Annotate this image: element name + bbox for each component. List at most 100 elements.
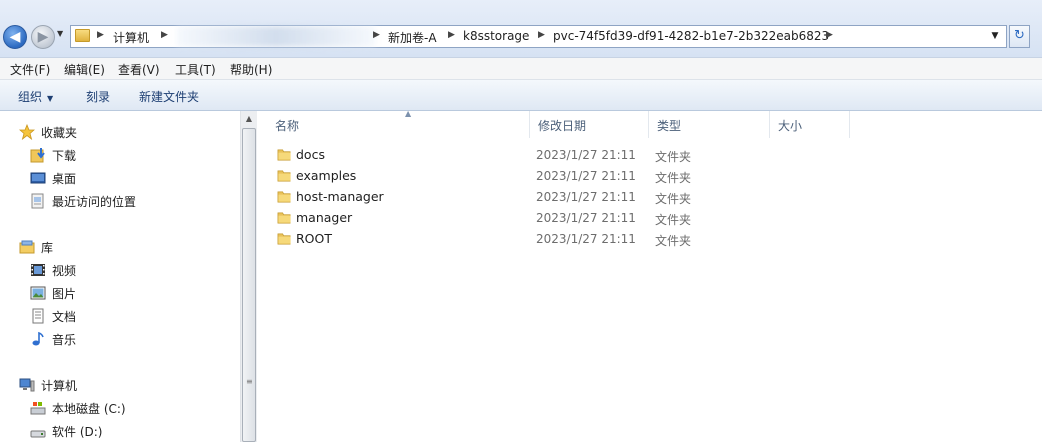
file-modified: 2023/1/27 21:11	[536, 148, 636, 162]
library-icon	[19, 240, 35, 254]
nav-item-drive-d[interactable]: 软件 (D:)	[0, 421, 200, 441]
file-name: ROOT	[296, 231, 332, 246]
recent-pages-icon[interactable]: ▼	[57, 29, 63, 38]
documents-icon	[32, 308, 44, 324]
folder-icon	[277, 170, 291, 182]
recent-places-icon	[31, 193, 44, 209]
nav-computer[interactable]: 计算机	[0, 375, 200, 395]
nav-item-videos[interactable]: 视频	[0, 260, 200, 280]
command-bar: 组织 ▼ 刻录 新建文件夹	[0, 80, 1042, 111]
organize-button[interactable]: 组织 ▼	[18, 88, 53, 105]
nav-item-drive-c[interactable]: 本地磁盘 (C:)	[0, 398, 200, 418]
nav-item-desktop[interactable]: 桌面	[0, 168, 200, 188]
folder-icon	[277, 149, 291, 161]
file-modified: 2023/1/27 21:11	[536, 232, 636, 246]
folder-icon	[277, 212, 291, 224]
chevron-right-icon[interactable]: ▶	[97, 30, 104, 40]
file-modified: 2023/1/27 21:11	[536, 190, 636, 204]
menu-view[interactable]: 查看(V)	[118, 61, 160, 78]
menu-file[interactable]: 文件(F)	[10, 61, 50, 78]
star-icon	[19, 124, 35, 140]
drive-icon	[30, 430, 46, 438]
nav-item-documents[interactable]: 文档	[0, 306, 200, 326]
column-header-type[interactable]: 类型	[649, 111, 770, 138]
menu-help[interactable]: 帮助(H)	[230, 61, 272, 78]
column-header-type-label: 类型	[657, 119, 682, 133]
menu-bar: 文件(F) 编辑(E) 查看(V) 工具(T) 帮助(H)	[0, 58, 1042, 80]
nav-item-label: 最近访问的位置	[52, 195, 137, 209]
system-drive-icon	[30, 402, 46, 415]
video-icon	[31, 264, 45, 276]
nav-item-label: 文档	[52, 310, 77, 324]
breadcrumb-computer[interactable]: 计算机	[113, 29, 149, 46]
refresh-icon[interactable]: ↻	[1009, 25, 1030, 48]
nav-item-label: 视频	[52, 264, 77, 278]
chevron-right-icon[interactable]: ▶	[826, 30, 833, 40]
file-type: 文件夹	[655, 234, 692, 248]
file-type: 文件夹	[655, 150, 692, 164]
grip-icon: ≡	[246, 377, 253, 386]
organize-label: 组织	[18, 90, 43, 104]
column-header-modified-label: 修改日期	[538, 119, 587, 133]
burn-button[interactable]: 刻录	[86, 88, 110, 105]
breadcrumb-pvc[interactable]: pvc-74f5fd39-df91-4282-b1e7-2b322eab6823	[553, 29, 829, 43]
back-arrow-icon[interactable]: ◀	[3, 25, 27, 49]
breadcrumb-volume[interactable]: 新加卷-A	[388, 29, 437, 46]
address-dropdown-icon[interactable]: ▼	[985, 27, 1005, 46]
nav-libraries[interactable]: 库	[0, 237, 200, 257]
column-header-modified[interactable]: 修改日期	[530, 111, 649, 138]
file-name: host-manager	[296, 189, 384, 204]
address-bar-row: ◀ ▶ ▼ ▶ 计算机 ▶ ▶ 新加卷-A ▶ k8sstorage ▶ pvc…	[0, 0, 1042, 58]
navigation-pane: 收藏夹 下载 桌面 最近访问的位置 库 视频 图片 文档 音乐 计算机 本地磁盘…	[0, 111, 240, 442]
nav-item-pictures[interactable]: 图片	[0, 283, 200, 303]
nav-computer-label: 计算机	[41, 379, 78, 393]
address-bar[interactable]: ▶ 计算机 ▶ ▶ 新加卷-A ▶ k8sstorage ▶ pvc-74f5f…	[70, 25, 1007, 48]
chevron-right-icon[interactable]: ▶	[161, 30, 168, 40]
column-header-size[interactable]: 大小	[770, 111, 850, 138]
nav-item-recent-places[interactable]: 最近访问的位置	[0, 191, 200, 211]
file-list-pane: ▲ 名称 修改日期 类型 大小 docs 2023/1/27 21:11 文件夹 ex…	[257, 109, 1042, 442]
computer-icon	[19, 378, 35, 392]
new-folder-button[interactable]: 新建文件夹	[139, 88, 199, 105]
file-row[interactable]: manager 2023/1/27 21:11 文件夹	[271, 208, 1031, 229]
scrollbar-thumb[interactable]: ≡	[242, 128, 256, 442]
menu-edit[interactable]: 编辑(E)	[64, 61, 105, 78]
file-row[interactable]: ROOT 2023/1/27 21:11 文件夹	[271, 229, 1031, 250]
nav-item-label: 下载	[52, 149, 77, 163]
breadcrumb-k8sstorage[interactable]: k8sstorage	[463, 29, 529, 43]
nav-favorites[interactable]: 收藏夹	[0, 122, 200, 142]
column-header-name-label: 名称	[275, 119, 300, 133]
folder-icon	[75, 29, 90, 42]
scroll-up-icon[interactable]: ▲	[241, 111, 257, 127]
file-name: examples	[296, 168, 357, 183]
file-row[interactable]: examples 2023/1/27 21:11 文件夹	[271, 166, 1031, 187]
navigation-scrollbar[interactable]: ▲ ≡	[240, 111, 257, 442]
column-header-name[interactable]: ▲ 名称	[267, 109, 530, 138]
chevron-right-icon[interactable]: ▶	[448, 30, 455, 40]
music-icon	[32, 331, 44, 346]
nav-item-label: 软件 (D:)	[52, 425, 103, 439]
nav-item-label: 图片	[52, 287, 77, 301]
menu-tools[interactable]: 工具(T)	[175, 61, 216, 78]
file-modified: 2023/1/27 21:11	[536, 211, 636, 225]
breadcrumb-redacted	[176, 26, 376, 47]
pictures-icon	[30, 286, 46, 300]
file-name: docs	[296, 147, 325, 162]
file-type: 文件夹	[655, 171, 692, 185]
downloads-icon	[30, 148, 45, 163]
chevron-right-icon[interactable]: ▶	[538, 30, 545, 40]
file-row[interactable]: host-manager 2023/1/27 21:11 文件夹	[271, 187, 1031, 208]
chevron-right-icon[interactable]: ▶	[373, 30, 380, 40]
nav-item-label: 本地磁盘 (C:)	[52, 402, 126, 416]
chevron-down-icon: ▼	[47, 94, 54, 103]
folder-icon	[277, 191, 291, 203]
nav-item-music[interactable]: 音乐	[0, 329, 200, 349]
nav-libraries-label: 库	[41, 241, 54, 255]
desktop-icon	[30, 172, 46, 184]
file-row[interactable]: docs 2023/1/27 21:11 文件夹	[271, 145, 1031, 166]
forward-arrow-icon[interactable]: ▶	[31, 25, 55, 49]
folder-icon	[277, 233, 291, 245]
nav-item-label: 音乐	[52, 333, 77, 347]
nav-item-downloads[interactable]: 下载	[0, 145, 200, 165]
file-name: manager	[296, 210, 353, 225]
